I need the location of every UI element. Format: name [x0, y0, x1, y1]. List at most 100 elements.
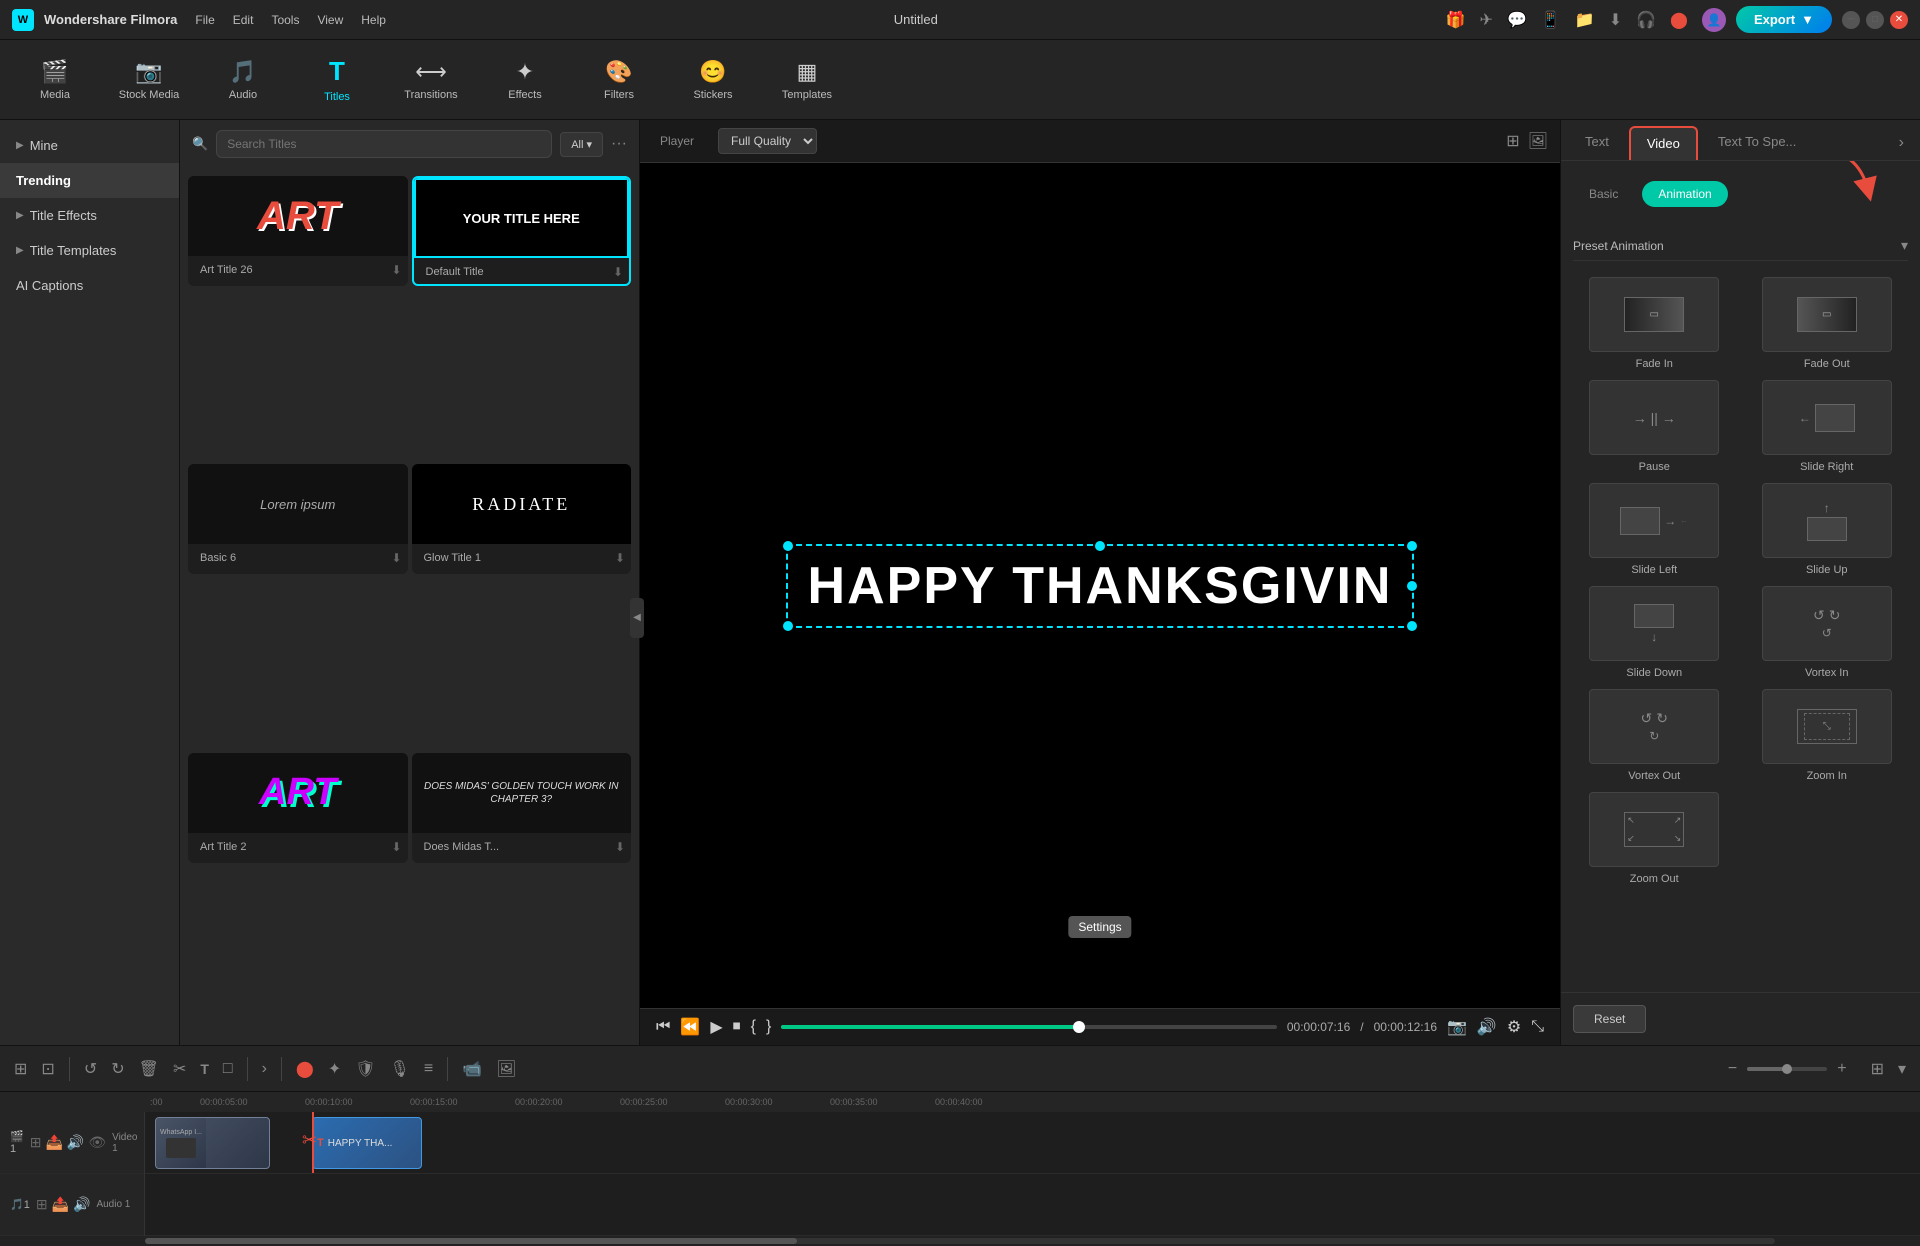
- image-view-icon[interactable]: 🖼: [1528, 131, 1548, 151]
- stop-button[interactable]: ⏹: [733, 1018, 741, 1036]
- sidebar-item-mine[interactable]: ▶ Mine: [0, 128, 179, 163]
- tab-text-to-speech[interactable]: Text To Spe...: [1702, 126, 1813, 160]
- step-back-button[interactable]: ⏪: [680, 1017, 700, 1037]
- quality-select[interactable]: Full Quality 1/2 Quality 1/4 Quality: [718, 128, 817, 154]
- animation-tab[interactable]: Animation: [1642, 181, 1727, 207]
- tab-text[interactable]: Text: [1569, 126, 1625, 160]
- gift-icon[interactable]: 🎁: [1446, 10, 1466, 30]
- panel-collapse-icon[interactable]: ◀: [633, 612, 641, 623]
- zoom-bar[interactable]: [1747, 1067, 1827, 1071]
- tool-filters[interactable]: 🎨 Filters: [574, 44, 664, 116]
- tl-zoom-out-button[interactable]: −: [1724, 1056, 1741, 1082]
- folder-icon[interactable]: 📁: [1575, 10, 1595, 30]
- tab-video[interactable]: Video: [1629, 126, 1698, 160]
- sidebar-item-title-templates[interactable]: ▶ Title Templates: [0, 233, 179, 268]
- title-card-midas[interactable]: DOES MIDAS' GOLDEN TOUCH WORK IN CHAPTER…: [412, 753, 632, 863]
- play-button[interactable]: ▶: [710, 1017, 722, 1037]
- tool-templates[interactable]: ▦ Templates: [762, 44, 852, 116]
- user-avatar[interactable]: 👤: [1702, 8, 1726, 32]
- clip-whatsapp[interactable]: WhatsApp I...: [155, 1117, 270, 1169]
- menu-help[interactable]: Help: [361, 13, 386, 27]
- tl-layout-button[interactable]: ⊞: [1867, 1055, 1888, 1083]
- mobile-icon[interactable]: 📱: [1541, 10, 1561, 30]
- tool-stock-media[interactable]: 📷 Stock Media: [104, 44, 194, 116]
- more-options-button[interactable]: ···: [611, 135, 627, 153]
- grid-view-icon[interactable]: ⊞: [1506, 131, 1519, 151]
- preview-text-container[interactable]: HAPPY THANKSGIVIN: [786, 544, 1415, 628]
- rewind-button[interactable]: ⏮: [656, 1018, 670, 1036]
- basic-tab[interactable]: Basic: [1573, 181, 1634, 207]
- tl-add-track-button[interactable]: ⊞: [10, 1055, 31, 1083]
- settings-button[interactable]: ⚙: [1507, 1017, 1521, 1037]
- send-icon[interactable]: ✈: [1480, 10, 1493, 30]
- anim-zoom-in[interactable]: ⤡ Zoom In: [1746, 689, 1909, 782]
- reset-button[interactable]: Reset: [1573, 1005, 1646, 1033]
- track-volume-icon[interactable]: 🔊: [67, 1134, 84, 1151]
- menu-file[interactable]: File: [195, 13, 214, 27]
- tool-stickers[interactable]: 😊 Stickers: [668, 44, 758, 116]
- title-card-art-26[interactable]: ART Art Title 26 ⬇: [188, 176, 408, 286]
- anim-pause[interactable]: → || → Pause: [1573, 380, 1736, 473]
- tl-undo-button[interactable]: ↺: [80, 1055, 101, 1083]
- track-audio-add-icon[interactable]: ⊞: [36, 1196, 48, 1213]
- headset-icon[interactable]: 🎧: [1636, 10, 1656, 30]
- track-eye-icon[interactable]: 👁: [88, 1134, 106, 1151]
- search-input[interactable]: [216, 130, 552, 158]
- close-button[interactable]: ✕: [1890, 11, 1908, 29]
- track-add-icon[interactable]: ⊞: [30, 1134, 42, 1151]
- tl-mic-button[interactable]: 🎙: [386, 1055, 414, 1083]
- export-button[interactable]: Export ▼: [1736, 6, 1832, 33]
- tool-media[interactable]: 🎬 Media: [10, 44, 100, 116]
- tl-settings-button[interactable]: ▾: [1894, 1055, 1910, 1083]
- anim-fade-out[interactable]: ▭ Fade Out: [1746, 277, 1909, 370]
- tool-transitions[interactable]: ⟷ Transitions: [386, 44, 476, 116]
- preset-animation-arrow[interactable]: ▾: [1901, 237, 1908, 254]
- anim-fade-in[interactable]: ▭ Fade In: [1573, 277, 1736, 370]
- anim-slide-down[interactable]: ↓ Slide Down: [1573, 586, 1736, 679]
- tl-record-button[interactable]: ⬤: [292, 1055, 318, 1083]
- tl-crop-button[interactable]: □: [219, 1056, 237, 1082]
- tl-more-button[interactable]: ›: [258, 1056, 271, 1082]
- timeline-scroll-thumb[interactable]: [145, 1238, 797, 1244]
- sidebar-item-title-effects[interactable]: ▶ Title Effects: [0, 198, 179, 233]
- tl-delete-button[interactable]: 🗑: [135, 1055, 163, 1083]
- title-card-art-2[interactable]: ART Art Title 2 ⬇: [188, 753, 408, 863]
- progress-bar[interactable]: [781, 1025, 1277, 1029]
- anim-vortex-out[interactable]: ↺ ↻ ↻ Vortex Out: [1573, 689, 1736, 782]
- anim-slide-up[interactable]: ↑ Slide Up: [1746, 483, 1909, 576]
- timeline-scroll-track[interactable]: [145, 1238, 1775, 1244]
- title-card-default[interactable]: YOUR TITLE HERE Default Title ⬇: [412, 176, 632, 286]
- mark-out-button[interactable]: }: [766, 1018, 771, 1036]
- tl-zoom-in-button[interactable]: +: [1833, 1056, 1850, 1082]
- tl-text-button[interactable]: T: [196, 1057, 213, 1081]
- record-icon[interactable]: ⬤: [1670, 10, 1688, 30]
- tl-shield-button[interactable]: 🛡: [351, 1055, 379, 1083]
- filter-button[interactable]: All ▾: [560, 132, 603, 157]
- anim-zoom-out[interactable]: ↖ ↗ ↙ ↘ Zoom Out: [1573, 792, 1736, 885]
- mark-in-button[interactable]: {: [751, 1018, 756, 1036]
- tl-redo-button[interactable]: ↻: [107, 1055, 128, 1083]
- snapshot-button[interactable]: 📷: [1447, 1017, 1467, 1037]
- tab-player[interactable]: Player: [652, 130, 702, 152]
- tl-video-button[interactable]: 📹: [458, 1055, 486, 1083]
- tl-select-button[interactable]: ⊡: [37, 1055, 58, 1083]
- chat-icon[interactable]: 💬: [1507, 10, 1527, 30]
- download-icon[interactable]: ⬇: [1609, 10, 1622, 30]
- anim-slide-left[interactable]: → ← Slide Left: [1573, 483, 1736, 576]
- menu-view[interactable]: View: [317, 13, 343, 27]
- more-tabs-icon[interactable]: ›: [1891, 126, 1912, 160]
- sidebar-item-trending[interactable]: Trending: [0, 163, 179, 198]
- tl-cut-button[interactable]: ✂: [169, 1055, 190, 1083]
- track-audio-volume-icon[interactable]: 🔊: [73, 1196, 90, 1213]
- tl-effects-button[interactable]: ✦: [324, 1055, 345, 1083]
- tool-effects[interactable]: ✦ Effects: [480, 44, 570, 116]
- anim-slide-right[interactable]: ← Slide Right: [1746, 380, 1909, 473]
- minimize-button[interactable]: ─: [1842, 11, 1860, 29]
- anim-vortex-in[interactable]: ↺ ↻ ↺ Vortex In: [1746, 586, 1909, 679]
- tool-audio[interactable]: 🎵 Audio: [198, 44, 288, 116]
- clip-happy-tha[interactable]: T HAPPY THA...: [312, 1117, 422, 1169]
- tl-snapshot-button[interactable]: 🖼: [492, 1055, 520, 1083]
- track-audio-export-icon[interactable]: 📤: [52, 1196, 69, 1213]
- sidebar-item-ai-captions[interactable]: AI Captions: [0, 268, 179, 303]
- tool-titles[interactable]: T Titles: [292, 44, 382, 116]
